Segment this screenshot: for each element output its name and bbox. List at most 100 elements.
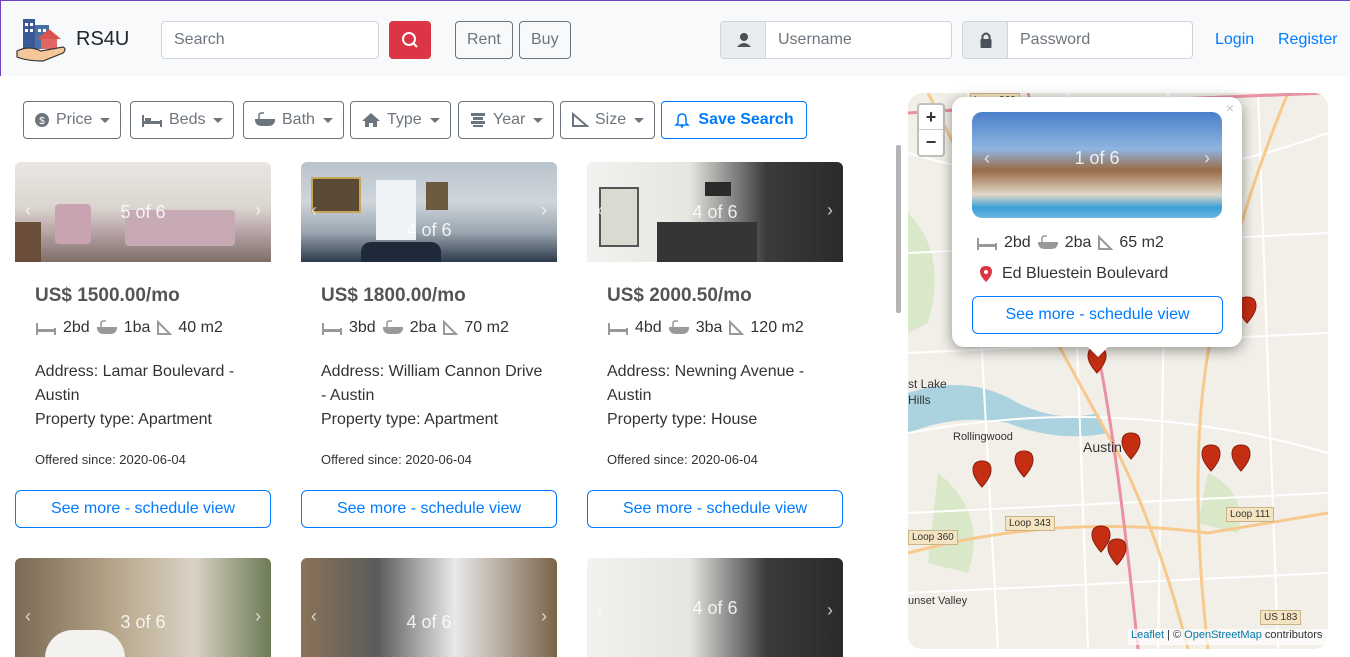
listing-photo-carousel[interactable]: ‹ › 4 of 6 — [587, 162, 843, 262]
logo-icon[interactable] — [15, 15, 69, 65]
listing-size: 70 m2 — [464, 319, 509, 336]
listing-beds: 2bd — [63, 319, 90, 336]
listing-type: Property type: House — [607, 411, 758, 428]
listing-baths: 1ba — [123, 319, 151, 336]
user-icon — [737, 33, 751, 47]
dollar-circle-icon: $ — [35, 113, 49, 127]
carousel-prev-icon[interactable]: ‹ — [311, 200, 317, 221]
username-field[interactable]: Username — [765, 21, 952, 59]
filter-year[interactable]: Year — [458, 101, 555, 139]
filter-label: Beds — [169, 111, 206, 128]
listing-photo-carousel[interactable]: ‹ › 5 of 6 — [15, 162, 271, 262]
brand-name[interactable]: RS4U — [76, 28, 129, 51]
listing-offered-since: Offered since: 2020-06-04 — [607, 452, 758, 467]
see-more-button[interactable]: See more - schedule view — [587, 490, 843, 528]
ruler-triangle-icon — [1098, 235, 1114, 250]
carousel-counter: 1 of 6 — [1074, 148, 1120, 168]
listing-size: 40 m2 — [178, 319, 223, 336]
rent-button[interactable]: Rent — [455, 21, 513, 59]
popup-facts: 2bd 2ba 65 m2 — [976, 234, 1164, 252]
search-input[interactable]: Search — [161, 21, 379, 59]
map-marker-icon — [1091, 525, 1111, 553]
register-link[interactable]: Register — [1278, 31, 1338, 49]
listing-beds: 4bd — [635, 319, 662, 336]
filter-label: Bath — [282, 111, 315, 128]
password-field[interactable]: Password — [1007, 21, 1193, 59]
listing-facts: 4bd 3ba 120 m2 — [607, 319, 804, 337]
listing-photo-carousel[interactable]: ‹ › 3 of 6 — [15, 558, 271, 657]
map-marker-icon — [1201, 444, 1221, 472]
carousel-counter: 4 of 6 — [692, 202, 738, 222]
bath-icon — [96, 320, 117, 334]
carousel-next-icon[interactable]: › — [541, 200, 547, 221]
bed-icon — [322, 323, 342, 335]
listing-photo-carousel[interactable]: ‹ › 4 of 6 — [301, 558, 557, 657]
ruler-triangle-icon — [157, 320, 173, 335]
save-search-label: Save Search — [698, 111, 794, 128]
listing-address-block: Address: William Cannon Drive - Austin P… — [321, 360, 543, 432]
map-marker-icon — [1014, 450, 1034, 478]
carousel-counter: 4 of 6 — [692, 598, 738, 618]
listing-card: ‹ › 4 of 6 US$ 2000.50/mo 4bd 3ba 120 m2… — [587, 162, 843, 532]
listing-offered-since: Offered since: 2020-06-04 — [35, 452, 186, 467]
popup-size: 65 m2 — [1119, 234, 1164, 251]
popup-photo-carousel[interactable]: ‹ › 1 of 6 — [972, 112, 1222, 218]
listing-card: ‹ › 4 of 6 — [301, 558, 557, 657]
bed-icon — [977, 238, 997, 250]
popup-close-icon[interactable]: × — [1226, 100, 1234, 116]
bath-icon — [668, 320, 689, 334]
buy-button[interactable]: Buy — [519, 21, 571, 59]
bath-icon — [1037, 235, 1058, 249]
search-button[interactable] — [389, 21, 431, 59]
filter-bath[interactable]: Bath — [243, 101, 344, 139]
lock-icon — [980, 32, 992, 48]
listing-baths: 2ba — [409, 319, 437, 336]
login-link[interactable]: Login — [1215, 31, 1254, 49]
bell-icon — [674, 113, 691, 128]
listing-address: Address: Lamar Boulevard - Austin — [35, 363, 235, 404]
listing-facts: 3bd 2ba 70 m2 — [321, 319, 509, 337]
listing-address-block: Address: Lamar Boulevard - Austin Proper… — [35, 360, 257, 432]
map-marker-icon — [1231, 444, 1251, 472]
popup-address: Ed Bluestein Boulevard — [980, 265, 1168, 283]
listing-price: US$ 1500.00/mo — [35, 285, 180, 306]
bed-icon — [36, 323, 56, 335]
listing-address: Address: Newning Avenue - Austin — [607, 363, 805, 404]
calendar-stack-icon — [471, 113, 485, 127]
listings-scrollbar[interactable] — [896, 145, 901, 313]
filter-type[interactable]: Type — [350, 101, 451, 139]
osm-link[interactable]: OpenStreetMap — [1184, 629, 1262, 641]
filter-size[interactable]: Size — [560, 101, 656, 139]
svg-text:$: $ — [39, 116, 45, 127]
listing-photo-carousel[interactable]: ‹ › 4 of 6 — [587, 558, 843, 657]
bath-icon — [255, 112, 275, 126]
filter-beds[interactable]: Beds — [130, 101, 235, 139]
map-marker-icon — [1107, 538, 1127, 566]
zoom-out-button[interactable]: − — [919, 130, 943, 155]
see-more-button[interactable]: See more - schedule view — [301, 490, 557, 528]
listing-card: ‹ › 3 of 6 — [15, 558, 271, 657]
attribution-separator: | © — [1164, 629, 1185, 641]
filter-price[interactable]: $ Price — [23, 101, 122, 139]
house-icon — [362, 113, 380, 127]
popup-see-more-button[interactable]: See more - schedule view — [972, 296, 1223, 334]
listing-card: ‹ › 4 of 6 US$ 1800.00/mo 3bd 2ba 70 m2 … — [301, 162, 557, 532]
listing-photo-carousel[interactable]: ‹ › 4 of 6 — [301, 162, 557, 262]
listing-beds: 3bd — [349, 319, 376, 336]
listing-type: Property type: Apartment — [321, 411, 498, 428]
ruler-triangle-icon — [572, 112, 589, 127]
listing-offered-since: Offered since: 2020-06-04 — [321, 452, 472, 467]
filter-label: Type — [387, 111, 422, 128]
top-navbar: RS4U Search Rent Buy Username Password L… — [0, 0, 1350, 76]
listing-facts: 2bd 1ba 40 m2 — [35, 319, 223, 337]
map-marker-icon — [972, 460, 992, 488]
filter-label: Size — [595, 111, 627, 128]
ruler-triangle-icon — [729, 320, 745, 335]
see-more-button[interactable]: See more - schedule view — [15, 490, 271, 528]
listing-type: Property type: Apartment — [35, 411, 212, 428]
leaflet-link[interactable]: Leaflet — [1131, 629, 1164, 641]
carousel-counter: 3 of 6 — [120, 612, 166, 632]
listing-size: 120 m2 — [750, 319, 804, 336]
zoom-in-button[interactable]: + — [919, 105, 943, 130]
save-search-button[interactable]: Save Search — [661, 101, 807, 139]
